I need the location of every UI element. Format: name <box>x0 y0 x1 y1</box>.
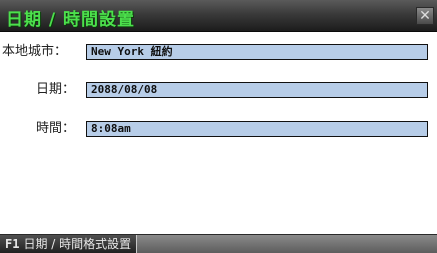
local-city-label: 本地城市： <box>2 44 68 59</box>
format-settings-label: 日期 / 時間格式設置 <box>23 237 132 251</box>
status-bar: F1 日期 / 時間格式設置 <box>0 234 437 253</box>
date-label: 日期： <box>36 82 76 97</box>
window-title: 日期 / 時間設置 <box>6 10 136 30</box>
f1-key-label: F1 <box>5 237 20 251</box>
time-row: 時間： 8:08am <box>0 120 437 138</box>
date-field[interactable]: 2088/08/08 <box>86 82 428 98</box>
local-city-row: 本地城市： New York 紐約 <box>0 43 437 61</box>
format-settings-button[interactable]: F1 日期 / 時間格式設置 <box>0 235 138 253</box>
time-label: 時間： <box>36 121 76 136</box>
close-icon: ✕ <box>419 8 431 24</box>
title-bar: 日期 / 時間設置 ✕ <box>0 0 437 32</box>
time-field[interactable]: 8:08am <box>86 121 428 137</box>
local-city-field[interactable]: New York 紐約 <box>86 44 428 60</box>
date-row: 日期： 2088/08/08 <box>0 81 437 99</box>
date-time-settings-window: 日期 / 時間設置 ✕ 本地城市： New York 紐約 日期： 2088/0… <box>0 0 437 253</box>
close-button[interactable]: ✕ <box>416 7 434 25</box>
